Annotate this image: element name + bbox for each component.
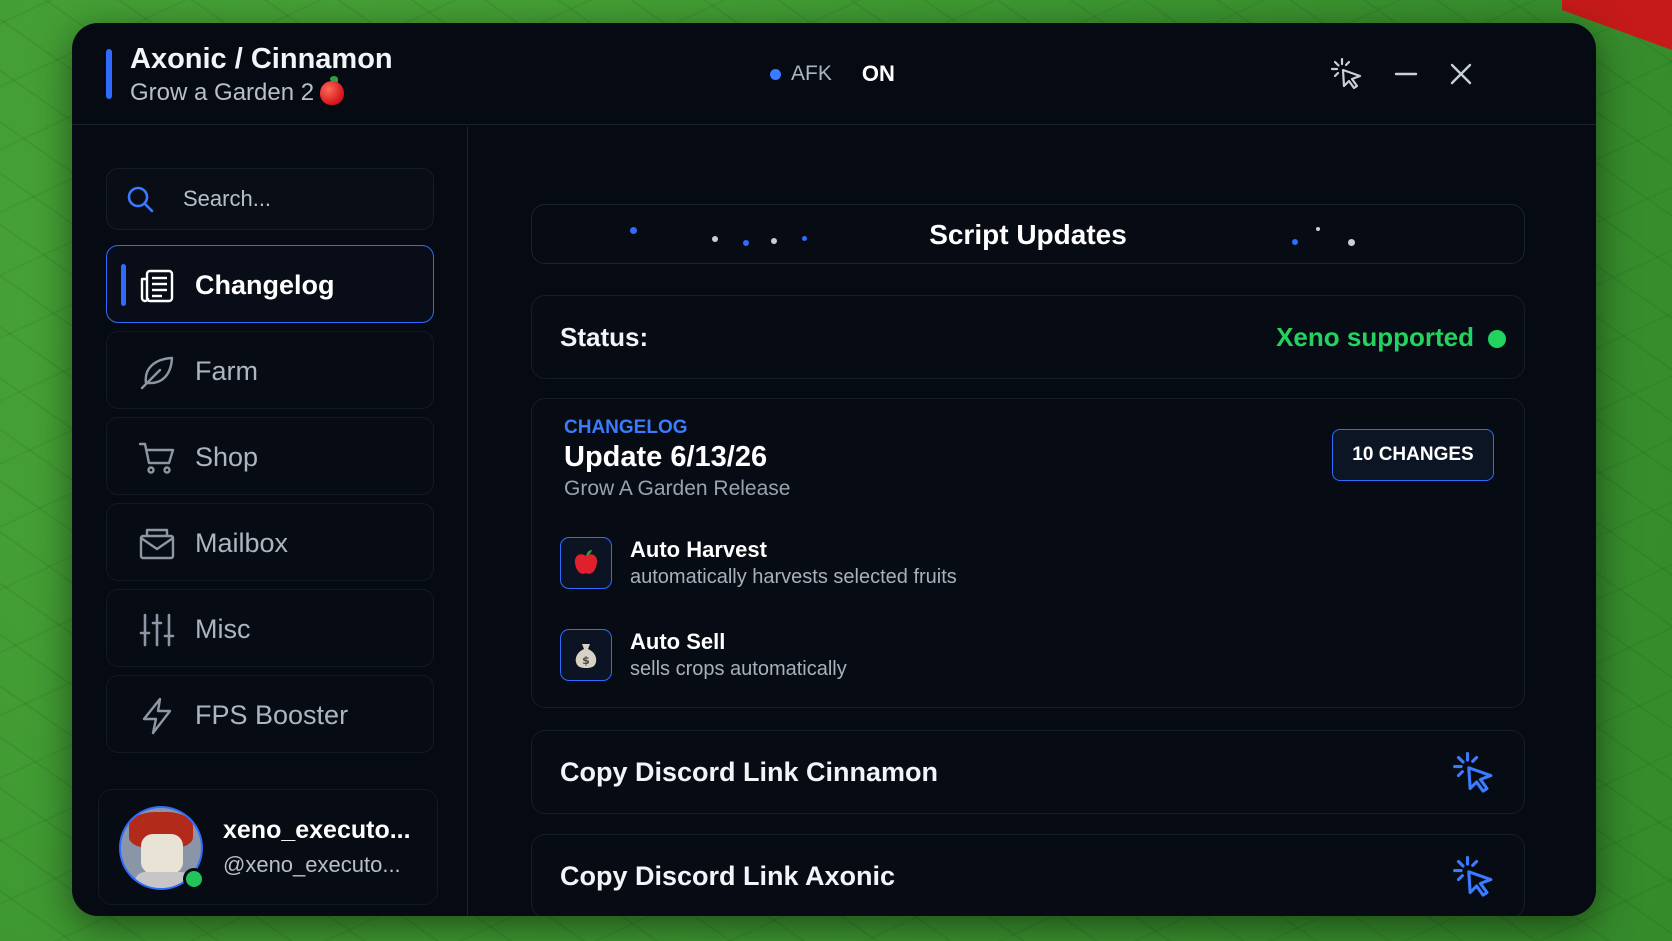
online-status-dot	[183, 868, 205, 890]
search-box[interactable]	[106, 168, 434, 230]
main-panel: Script Updates Status: Xeno supported CH…	[469, 126, 1596, 916]
sidebar-item-label: Shop	[195, 442, 259, 472]
click-icon	[1453, 752, 1493, 793]
feature-description: automatically harvests selected fruits	[630, 566, 957, 588]
status-card: Status: Xeno supported	[531, 295, 1525, 379]
changelog-icon	[137, 266, 177, 306]
cursor-mode-button[interactable]	[1322, 49, 1372, 99]
avatar-face	[141, 834, 183, 874]
profile-name: xeno_executo...	[223, 816, 411, 844]
afk-status-dot	[770, 68, 781, 80]
changelog-eyebrow: CHANGELOG	[564, 417, 688, 438]
sidebar-item-label: Mailbox	[195, 528, 289, 558]
sidebar-item-shop[interactable]: Shop	[106, 417, 434, 495]
copy-discord-axonic-button[interactable]: Copy Discord Link Axonic	[531, 834, 1525, 916]
cart-icon	[137, 438, 177, 478]
close-button[interactable]	[1436, 49, 1486, 99]
money-bag-icon: $	[560, 629, 612, 681]
action-label: Copy Discord Link Cinnamon	[560, 757, 939, 787]
close-icon	[1450, 63, 1472, 85]
lightning-icon	[137, 696, 177, 736]
action-label: Copy Discord Link Axonic	[560, 861, 896, 891]
script-window: Axonic / Cinnamon Grow a Garden 2 AFK ON	[72, 23, 1596, 916]
changelog-title: Update 6/13/26	[564, 441, 768, 473]
sidebar-item-label: Misc	[195, 614, 251, 644]
title-accent-bar	[106, 49, 112, 99]
svg-text:$: $	[582, 654, 590, 667]
feature-title: Auto Harvest	[630, 537, 767, 562]
sidebar-item-label: Farm	[195, 356, 258, 386]
user-profile[interactable]: xeno_executo... @xeno_executo...	[98, 789, 438, 905]
status-value: Xeno supported	[1276, 322, 1474, 352]
sidebar-item-farm[interactable]: Farm	[106, 331, 434, 409]
status-label: Status:	[560, 322, 649, 352]
click-icon	[1330, 57, 1362, 90]
app-subtitle: Grow a Garden 2	[130, 76, 345, 107]
changes-count-badge: 10 CHANGES	[1332, 429, 1494, 481]
sliders-icon	[137, 610, 177, 650]
minimize-icon	[1394, 72, 1418, 76]
app-subtitle-text: Grow a Garden 2	[130, 79, 315, 106]
minimize-button[interactable]	[1381, 49, 1431, 99]
sidebar-item-misc[interactable]: Misc	[106, 589, 434, 667]
sidebar-item-label: Changelog	[195, 270, 335, 300]
section-title: Script Updates	[929, 219, 1127, 250]
leaf-icon	[137, 352, 177, 392]
sidebar-item-label: FPS Booster	[195, 700, 349, 730]
copy-discord-cinnamon-button[interactable]: Copy Discord Link Cinnamon	[531, 730, 1525, 814]
app-title: Axonic / Cinnamon	[130, 43, 393, 75]
status-dot	[1488, 330, 1506, 348]
sidebar-item-mailbox[interactable]: Mailbox	[106, 503, 434, 581]
feature-title: Auto Sell	[630, 629, 726, 654]
feature-description: sells crops automatically	[630, 658, 847, 680]
sidebar: Changelog Farm	[72, 126, 468, 916]
afk-label: AFK	[791, 62, 832, 85]
section-header: Script Updates	[531, 204, 1525, 264]
search-input[interactable]	[183, 186, 423, 212]
afk-toggle[interactable]: AFK ON	[752, 49, 912, 99]
mail-icon	[137, 524, 177, 564]
changelog-subtitle: Grow A Garden Release	[564, 477, 791, 500]
apple-icon	[560, 537, 612, 589]
apple-icon	[320, 76, 345, 105]
profile-handle: @xeno_executo...	[223, 852, 401, 877]
feature-item: $ Auto Sell sells crops automatically	[560, 627, 1160, 683]
sidebar-item-fps-booster[interactable]: FPS Booster	[106, 675, 434, 753]
feature-item: Auto Harvest automatically harvests sele…	[560, 535, 1160, 591]
changelog-card: CHANGELOG Update 6/13/26 Grow A Garden R…	[531, 398, 1525, 708]
click-icon	[1453, 856, 1493, 897]
title-bar[interactable]: Axonic / Cinnamon Grow a Garden 2 AFK ON	[72, 23, 1596, 125]
search-icon	[127, 186, 154, 213]
active-indicator	[121, 264, 126, 306]
afk-value: ON	[861, 61, 895, 86]
sidebar-item-changelog[interactable]: Changelog	[106, 245, 434, 323]
